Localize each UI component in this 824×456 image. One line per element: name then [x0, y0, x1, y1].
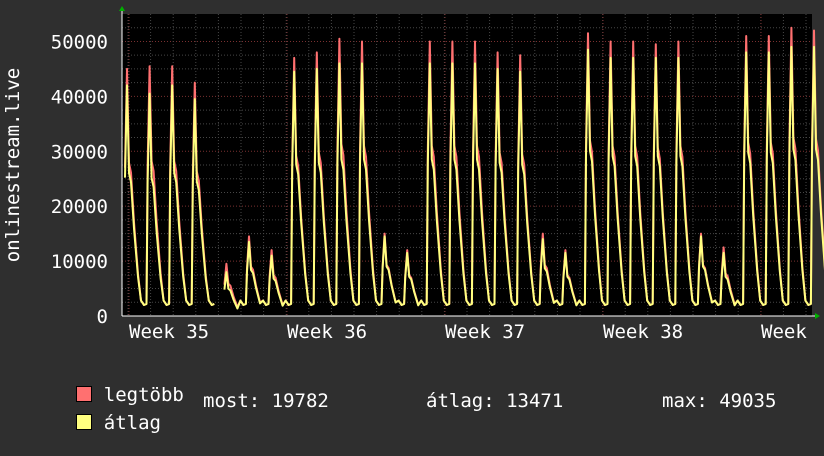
y-axis-label: onlinestream.live: [2, 68, 24, 262]
legend-avg: átlag: [30, 390, 161, 456]
y-tick-label: 20000: [51, 196, 108, 218]
x-axis-arrow: [815, 313, 820, 319]
x-tick-label: Week: [761, 321, 807, 343]
y-tick-label: 30000: [51, 141, 108, 163]
y-tick-label: 40000: [51, 86, 108, 108]
y-tick-label: 0: [97, 306, 108, 328]
stat-max: max: 49035: [662, 390, 777, 412]
y-tick-labels: 0 10000 20000 30000 40000 50000: [51, 31, 108, 328]
x-tick-label: Week 35: [129, 321, 209, 343]
y-tick-label: 50000: [51, 31, 108, 53]
legend-avg-swatch: [75, 414, 92, 430]
legend-avg-label: átlag: [103, 412, 161, 434]
x-tick-label: Week 38: [603, 321, 683, 343]
x-tick-label: Week 37: [445, 321, 525, 343]
x-tick-label: Week 36: [287, 321, 367, 343]
x-tick-labels: Week 35 Week 36 Week 37 Week 38 Week: [129, 321, 807, 343]
stat-now: most: 19782: [203, 390, 329, 412]
y-tick-label: 10000: [51, 251, 108, 273]
chart-panel: 0 10000 20000 30000 40000 50000 Week 35 Week 3…: [0, 0, 824, 434]
stat-average: átlag: 13471: [426, 390, 564, 412]
y-axis-arrow: [119, 6, 125, 11]
